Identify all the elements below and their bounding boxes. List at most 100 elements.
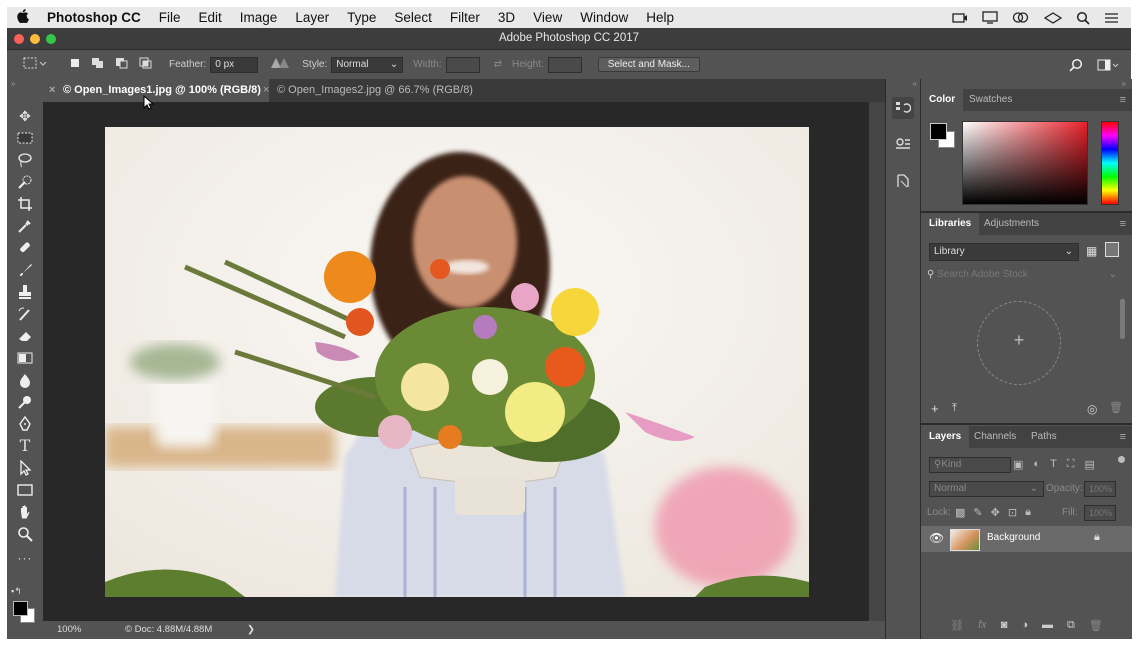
smart-object-filter-icon[interactable]: ▤: [1085, 458, 1095, 471]
lock-artboard-icon[interactable]: ⊡: [1008, 506, 1017, 519]
move-tool-icon[interactable]: ✥: [7, 105, 43, 127]
drive-icon[interactable]: [1044, 11, 1062, 24]
minimize-window-button[interactable]: [30, 34, 40, 44]
close-tab-icon[interactable]: ×: [49, 79, 55, 102]
path-select-tool-icon[interactable]: [7, 457, 43, 479]
vertical-scrollbar[interactable]: [869, 102, 885, 621]
grid-view-icon[interactable]: ▦: [1086, 244, 1097, 258]
menu-view[interactable]: View: [524, 10, 571, 25]
opacity-input[interactable]: 100%: [1084, 481, 1116, 497]
layer-style-fx-icon[interactable]: fx: [978, 619, 987, 631]
delete-layer-icon[interactable]: 🗑: [1089, 619, 1103, 632]
layer-name[interactable]: Background: [987, 532, 1040, 543]
eyedropper-tool-icon[interactable]: [7, 215, 43, 237]
quick-select-tool-icon[interactable]: [7, 171, 43, 193]
lock-all-icon[interactable]: 🔒︎: [1025, 506, 1031, 519]
rectangle-tool-icon[interactable]: [7, 479, 43, 501]
layer-lock-icon[interactable]: 🔒︎: [1094, 531, 1100, 544]
properties-panel-icon[interactable]: [895, 137, 911, 151]
paragraph-panel-icon[interactable]: [895, 173, 911, 189]
stock-search-field[interactable]: ⚲ Search Adobe Stock ⌄: [927, 269, 1123, 280]
camera-icon[interactable]: [952, 12, 968, 24]
menu-3d[interactable]: 3D: [489, 10, 524, 25]
add-mask-icon[interactable]: ◙: [1001, 619, 1008, 631]
select-and-mask-button[interactable]: Select and Mask...: [597, 57, 700, 72]
new-selection-button[interactable]: [69, 57, 81, 72]
menu-window[interactable]: Window: [571, 10, 637, 25]
height-input[interactable]: [547, 56, 582, 73]
trash-icon[interactable]: 🗑: [1109, 401, 1123, 414]
blend-mode-select[interactable]: Normal ⌄: [929, 481, 1044, 497]
foreground-color-swatch[interactable]: [13, 601, 28, 616]
type-tool-icon[interactable]: T: [7, 435, 43, 457]
pixel-filter-icon[interactable]: ▣: [1013, 458, 1023, 471]
zoom-tool-icon[interactable]: [7, 523, 43, 545]
list-view-icon[interactable]: [1105, 242, 1119, 257]
crop-tool-icon[interactable]: [7, 193, 43, 215]
adjustment-layer-icon[interactable]: ◑: [1021, 619, 1028, 631]
new-layer-icon[interactable]: ⧉: [1067, 619, 1075, 632]
menu-filter[interactable]: Filter: [441, 10, 489, 25]
more-tools-icon[interactable]: ···: [7, 547, 43, 569]
gradient-tool-icon[interactable]: [7, 347, 43, 369]
style-select[interactable]: Normal ⌄: [331, 56, 404, 73]
apple-logo-icon[interactable]: [7, 9, 39, 26]
tab-layers[interactable]: Layers: [921, 426, 970, 448]
type-filter-icon[interactable]: T: [1050, 458, 1057, 471]
feather-input[interactable]: 0 px: [210, 56, 259, 73]
width-input[interactable]: [445, 56, 480, 73]
lock-position-icon[interactable]: ✥: [991, 506, 1000, 519]
history-brush-tool-icon[interactable]: [7, 303, 43, 325]
search-icon[interactable]: [1069, 58, 1083, 72]
document-canvas-image[interactable]: [105, 127, 809, 597]
add-selection-button[interactable]: [91, 57, 105, 72]
tab-adjustments[interactable]: Adjustments: [976, 213, 1047, 235]
dodge-tool-icon[interactable]: [7, 391, 43, 413]
fill-input[interactable]: 100%: [1084, 505, 1116, 521]
panel-menu-icon[interactable]: ≡: [1120, 218, 1126, 230]
menu-image[interactable]: Image: [231, 10, 287, 25]
upload-icon[interactable]: ⤒: [952, 402, 957, 415]
tab-libraries[interactable]: Libraries: [921, 213, 980, 235]
lock-pixels-icon[interactable]: ✎: [973, 506, 982, 519]
hand-tool-icon[interactable]: [7, 501, 43, 523]
panel-menu-icon[interactable]: ≡: [1120, 94, 1126, 106]
tool-preset-picker[interactable]: [23, 56, 47, 73]
zoom-window-button[interactable]: [46, 34, 56, 44]
color-foreground-swatch[interactable]: [930, 123, 947, 140]
list-icon[interactable]: [1104, 12, 1119, 24]
cc-sync-icon[interactable]: ◎: [1087, 402, 1097, 416]
subtract-selection-button[interactable]: [115, 57, 129, 72]
menu-select[interactable]: Select: [385, 10, 441, 25]
swap-dimensions-icon[interactable]: ⇄: [494, 59, 502, 70]
eraser-tool-icon[interactable]: [7, 325, 43, 347]
status-menu-arrow[interactable]: ❯: [247, 624, 255, 635]
menu-layer[interactable]: Layer: [286, 10, 338, 25]
hue-slider[interactable]: [1101, 121, 1119, 205]
expand-dock-icon[interactable]: «: [913, 79, 917, 88]
tab-channels[interactable]: Channels: [966, 426, 1024, 448]
marquee-tool-icon[interactable]: [7, 127, 43, 149]
libraries-scrollbar[interactable]: [1120, 299, 1125, 339]
intersect-selection-button[interactable]: [139, 57, 153, 72]
menu-type[interactable]: Type: [338, 10, 385, 25]
link-layers-icon[interactable]: ⛓: [950, 619, 964, 632]
clone-stamp-tool-icon[interactable]: [7, 281, 43, 303]
panel-menu-icon[interactable]: ≡: [1120, 431, 1126, 443]
collapse-toolbar-icon[interactable]: »: [11, 79, 15, 88]
blur-tool-icon[interactable]: [7, 369, 43, 391]
library-select[interactable]: Library ⌄: [929, 243, 1079, 261]
history-panel-icon[interactable]: [895, 101, 911, 115]
tab-swatches[interactable]: Swatches: [961, 89, 1020, 111]
menu-edit[interactable]: Edit: [190, 10, 231, 25]
healing-brush-tool-icon[interactable]: [7, 237, 43, 259]
layer-row-background[interactable]: 👁︎ Background 🔒︎: [921, 526, 1132, 552]
add-to-library-dropzone[interactable]: +: [977, 301, 1061, 385]
zoom-level[interactable]: 100%: [57, 624, 81, 635]
workspace-switcher-icon[interactable]: [1097, 59, 1119, 71]
add-content-icon[interactable]: +: [931, 401, 939, 416]
cc-icon[interactable]: [1012, 11, 1030, 24]
anti-alias-toggle[interactable]: [270, 57, 290, 72]
default-colors-icon[interactable]: ▪↰: [11, 586, 22, 597]
close-window-button[interactable]: [14, 34, 24, 44]
